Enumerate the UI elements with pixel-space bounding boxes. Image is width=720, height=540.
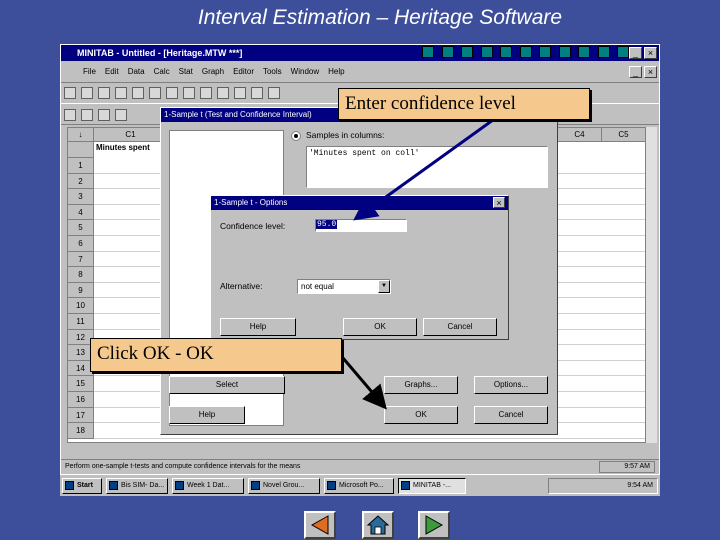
nav-forward-button[interactable]: [418, 511, 450, 539]
nav-back-button[interactable]: [304, 511, 336, 539]
callout-confidence: Enter confidence level: [338, 88, 590, 120]
arrow-to-ok: [341, 357, 387, 410]
triangle-left-icon: [310, 515, 329, 535]
callout-arrows: [341, 118, 494, 410]
callout-click-ok: Click OK - OK: [90, 338, 342, 372]
triangle-right-icon: [425, 515, 444, 535]
home-icon: [366, 515, 390, 535]
arrow-to-confidence: [353, 118, 494, 221]
nav-home-button[interactable]: [362, 511, 394, 539]
